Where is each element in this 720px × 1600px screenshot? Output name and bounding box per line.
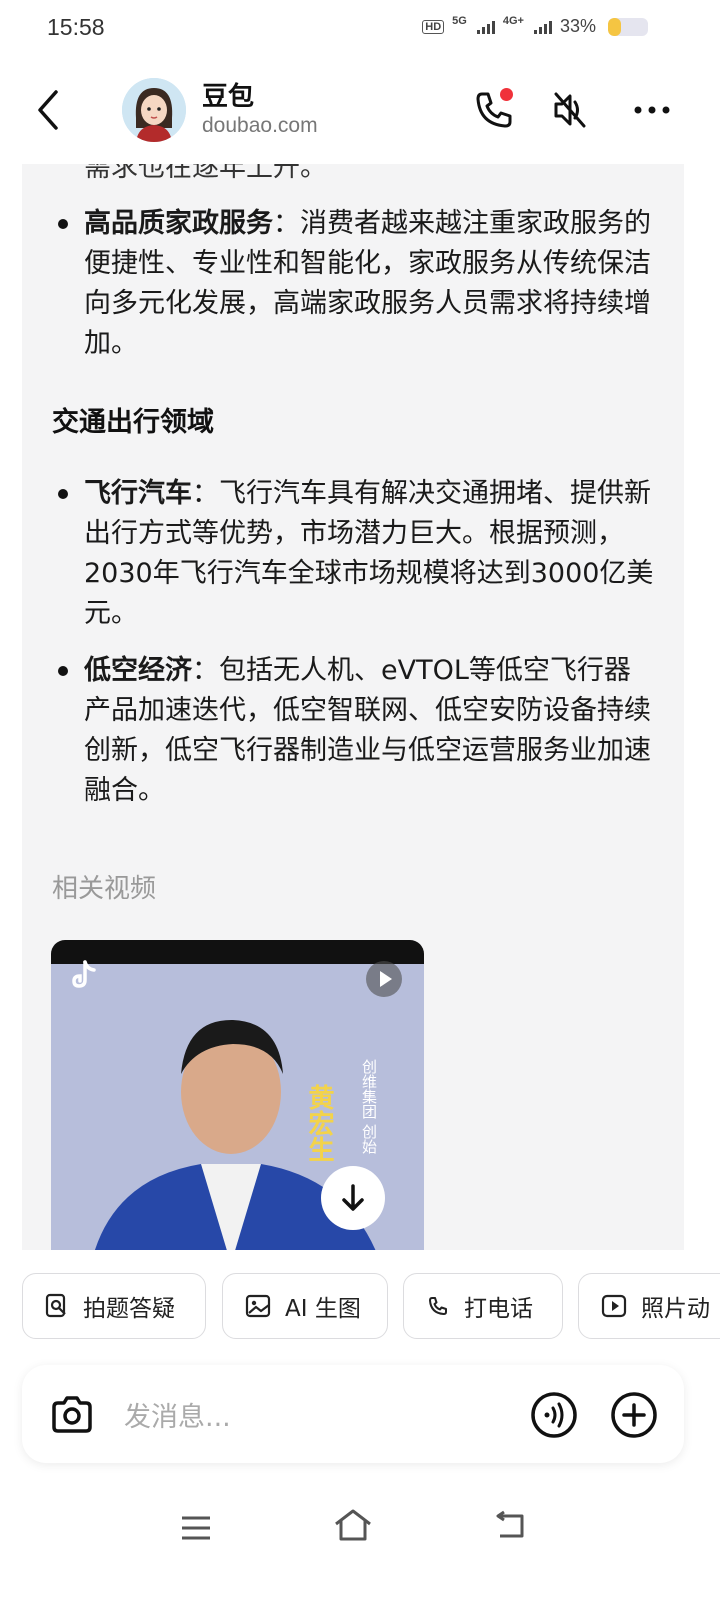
chat-header: 豆包 doubao.com (0, 58, 720, 166)
plus-circle-icon (611, 1392, 657, 1438)
video-caption-name: 黄宏生 (304, 1084, 334, 1162)
item-title: 飞行汽车 (84, 478, 192, 509)
video-thumbnail[interactable]: 黄宏生 创维集团 创始 (51, 940, 424, 1250)
item-title: 低空经济 (84, 655, 192, 686)
image-icon (245, 1294, 271, 1318)
speaker-muted-icon (554, 92, 586, 128)
quick-action-ai-image[interactable]: AI 生图 (222, 1273, 388, 1339)
battery-icon (608, 17, 648, 36)
truncated-text: 需求也在逐年上升。 (84, 164, 327, 183)
play-icon (366, 961, 402, 997)
hd-icon: HD (422, 19, 445, 34)
status-icons: HD 5G 4G+ 33% (422, 14, 648, 37)
back-button[interactable] (30, 88, 70, 132)
more-button[interactable] (628, 86, 676, 134)
call-button[interactable] (470, 86, 518, 134)
back-nav-icon[interactable] (494, 1510, 528, 1540)
arrow-down-icon (342, 1184, 364, 1211)
voice-wave-icon (531, 1392, 577, 1438)
camera-icon (52, 1396, 92, 1433)
menu-icon[interactable] (180, 1514, 212, 1542)
avatar[interactable] (122, 78, 186, 142)
bullet-icon (58, 666, 68, 676)
play-icon (601, 1294, 627, 1318)
phone-icon (429, 1297, 447, 1315)
answer-card: 需求也在逐年上升。 高品质家政服务：消费者越来越注重家政服务的便捷性、专业性和智… (22, 164, 684, 1250)
add-button[interactable] (610, 1391, 658, 1439)
list-item: 低空经济：包括无人机、eVTOL等低空飞行器产品加速迭代，低空智联网、低空安防设… (84, 651, 654, 811)
bullet-icon (58, 219, 68, 229)
quick-action-photo-question[interactable]: 拍题答疑 (22, 1273, 206, 1339)
list-item: 飞行汽车：飞行汽车具有解决交通拥堵、提供新出行方式等优势，市场潜力巨大。根据预测… (84, 474, 654, 634)
voice-button[interactable] (530, 1391, 578, 1439)
item-title: 高品质家政服务 (84, 208, 273, 239)
quick-action-label: AI 生图 (285, 1296, 361, 1322)
quick-action-label: 打电话 (464, 1296, 533, 1322)
signal-4g-icon (533, 20, 552, 34)
status-bar: 15:58 HD 5G 4G+ 33% (0, 0, 720, 58)
assistant-name: 豆包 (202, 82, 255, 112)
camera-button[interactable] (48, 1391, 96, 1439)
scroll-down-button[interactable] (321, 1166, 385, 1230)
home-icon[interactable] (334, 1508, 372, 1542)
network-5g-label: 5G (452, 14, 467, 27)
video-caption-org: 创维集团 创始 (360, 1059, 378, 1154)
quick-action-label: 照片动 (641, 1296, 710, 1322)
status-time: 15:58 (47, 14, 105, 40)
photo-question-icon (45, 1293, 66, 1318)
related-videos-label: 相关视频 (52, 874, 157, 904)
system-nav-bar (0, 1500, 720, 1560)
network-4g-label: 4G+ (502, 14, 524, 27)
message-input[interactable]: 发消息... (124, 1395, 231, 1434)
notification-dot (500, 88, 513, 101)
assistant-avatar-icon (122, 78, 186, 142)
quick-action-call[interactable]: 打电话 (403, 1273, 563, 1339)
quick-actions: 拍题答疑 AI 生图 打电话 照片动 (22, 1273, 720, 1341)
assistant-domain: doubao.com (202, 114, 318, 137)
tiktok-logo-icon (72, 960, 96, 988)
section-heading: 交通出行领域 (52, 407, 214, 438)
signal-5g-icon (476, 20, 495, 34)
list-item: 高品质家政服务：消费者越来越注重家政服务的便捷性、专业性和智能化，家政服务从传统… (84, 204, 654, 364)
mute-button[interactable] (546, 86, 594, 134)
quick-action-label: 拍题答疑 (83, 1296, 175, 1322)
message-input-bar: 发消息... (22, 1365, 684, 1463)
quick-action-photo-animate[interactable]: 照片动 (578, 1273, 720, 1339)
bullet-icon (58, 489, 68, 499)
more-dots-icon (634, 106, 670, 114)
back-arrow-icon (38, 90, 58, 130)
battery-percent: 33% (559, 16, 596, 36)
